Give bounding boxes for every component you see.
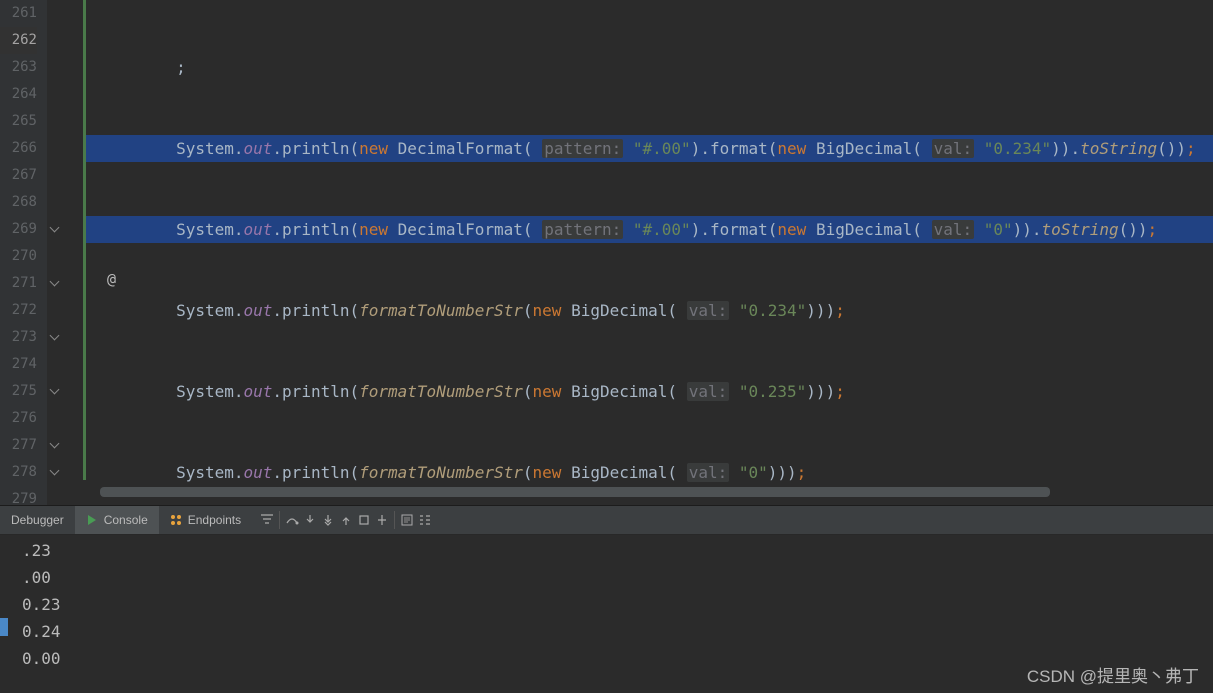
- at-annotation-icon: @: [107, 270, 116, 288]
- fold-handle-icon[interactable]: [50, 223, 60, 233]
- line-number: 271: [0, 270, 37, 297]
- fold-handle-icon[interactable]: [50, 277, 60, 287]
- filter-icon[interactable]: [258, 511, 276, 529]
- output-line: .00: [22, 564, 1191, 591]
- fold-handle-icon[interactable]: [50, 466, 60, 476]
- separator: [394, 511, 395, 529]
- code-line: System.out.println(new DecimalFormat( pa…: [85, 216, 1213, 243]
- line-number: 278: [0, 459, 37, 486]
- line-number: 270: [0, 243, 37, 270]
- step-over-icon[interactable]: [283, 511, 301, 529]
- code-line: ;: [85, 54, 1213, 81]
- output-line: 0.23: [22, 591, 1191, 618]
- fold-handle-icon[interactable]: [50, 331, 60, 341]
- line-number: 267: [0, 162, 37, 189]
- separator: [279, 511, 280, 529]
- line-number: 269: [0, 216, 37, 243]
- code-area[interactable]: ; System.out.println(new DecimalFormat( …: [85, 0, 1213, 505]
- fold-gutter: @: [47, 0, 85, 505]
- output-line: 0.24: [22, 618, 1191, 645]
- line-number: 277: [0, 432, 37, 459]
- tab-endpoints[interactable]: Endpoints: [159, 506, 252, 534]
- panel-tabbar: Debugger Console Endpoints: [0, 506, 1213, 535]
- run-to-cursor-icon[interactable]: [373, 511, 391, 529]
- line-number: 261: [0, 0, 37, 27]
- line-number: 264: [0, 81, 37, 108]
- console-output[interactable]: .23 .00 0.23 0.24 0.00: [0, 535, 1213, 674]
- line-number: 266: [0, 135, 37, 162]
- tab-console[interactable]: Console: [75, 506, 159, 534]
- line-number: 268: [0, 189, 37, 216]
- step-into-icon[interactable]: [301, 511, 319, 529]
- fold-handle-icon[interactable]: [50, 439, 60, 449]
- step-out-icon[interactable]: [337, 511, 355, 529]
- endpoints-icon: [170, 515, 183, 526]
- line-number: 279: [0, 486, 37, 505]
- code-editor[interactable]: 261 262 263 264 265 266 267 268 269 270 …: [0, 0, 1213, 505]
- line-number: 262: [0, 27, 37, 54]
- trace-icon[interactable]: [416, 511, 434, 529]
- horizontal-scrollbar[interactable]: [100, 487, 1050, 497]
- line-number: 274: [0, 351, 37, 378]
- code-line: System.out.println(formatToNumberStr(new…: [85, 297, 1213, 324]
- line-number-gutter: 261 262 263 264 265 266 267 268 269 270 …: [0, 0, 47, 505]
- output-line: 0.00: [22, 645, 1191, 672]
- watermark: CSDN @提里奥丶弗丁: [1027, 662, 1199, 687]
- line-number: 273: [0, 324, 37, 351]
- output-line: .23: [22, 537, 1191, 564]
- drop-frame-icon[interactable]: [355, 511, 373, 529]
- evaluate-expression-icon[interactable]: [398, 511, 416, 529]
- line-number: 265: [0, 108, 37, 135]
- vcs-change-marker: [83, 0, 86, 480]
- fold-handle-icon[interactable]: [50, 385, 60, 395]
- code-line: System.out.println(formatToNumberStr(new…: [85, 378, 1213, 405]
- line-number: 276: [0, 405, 37, 432]
- line-number: 275: [0, 378, 37, 405]
- code-line: System.out.println(new DecimalFormat( pa…: [85, 135, 1213, 162]
- tab-debugger[interactable]: Debugger: [0, 506, 75, 534]
- line-number: 272: [0, 297, 37, 324]
- line-number: 263: [0, 54, 37, 81]
- code-line: System.out.println(formatToNumberStr(new…: [85, 459, 1213, 486]
- force-step-into-icon[interactable]: [319, 511, 337, 529]
- play-icon: [86, 515, 99, 526]
- side-marker: [0, 618, 8, 636]
